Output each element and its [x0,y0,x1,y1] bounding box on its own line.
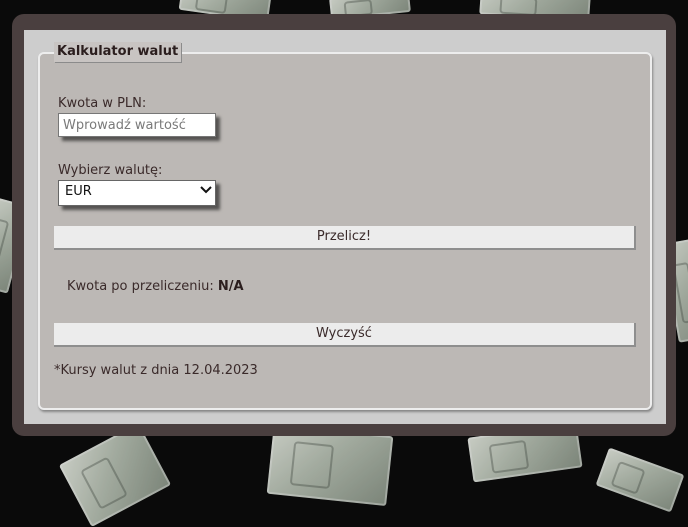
chevron-down-icon [199,183,213,201]
exchange-rate-footnote: *Kursy walut z dnia 12.04.2023 [54,363,258,378]
result-row: Kwota po przeliczeniu: N/A [67,279,244,294]
amount-input[interactable] [58,113,216,137]
currency-selected-value: EUR [65,184,92,199]
amount-label: Kwota w PLN: [58,96,147,111]
banknote-decoration [58,422,172,527]
result-label: Kwota po przeliczeniu: [67,279,218,294]
banknote-decoration [266,423,394,507]
currency-select[interactable]: EUR [58,180,216,206]
convert-button[interactable]: Przelicz! [54,226,636,250]
calculator-title: Kalkulator walut [54,42,182,62]
currency-label: Wybierz walutę: [58,163,163,178]
banknote-decoration [595,447,685,513]
clear-button[interactable]: Wyczyść [54,323,636,347]
result-value: N/A [217,279,244,294]
